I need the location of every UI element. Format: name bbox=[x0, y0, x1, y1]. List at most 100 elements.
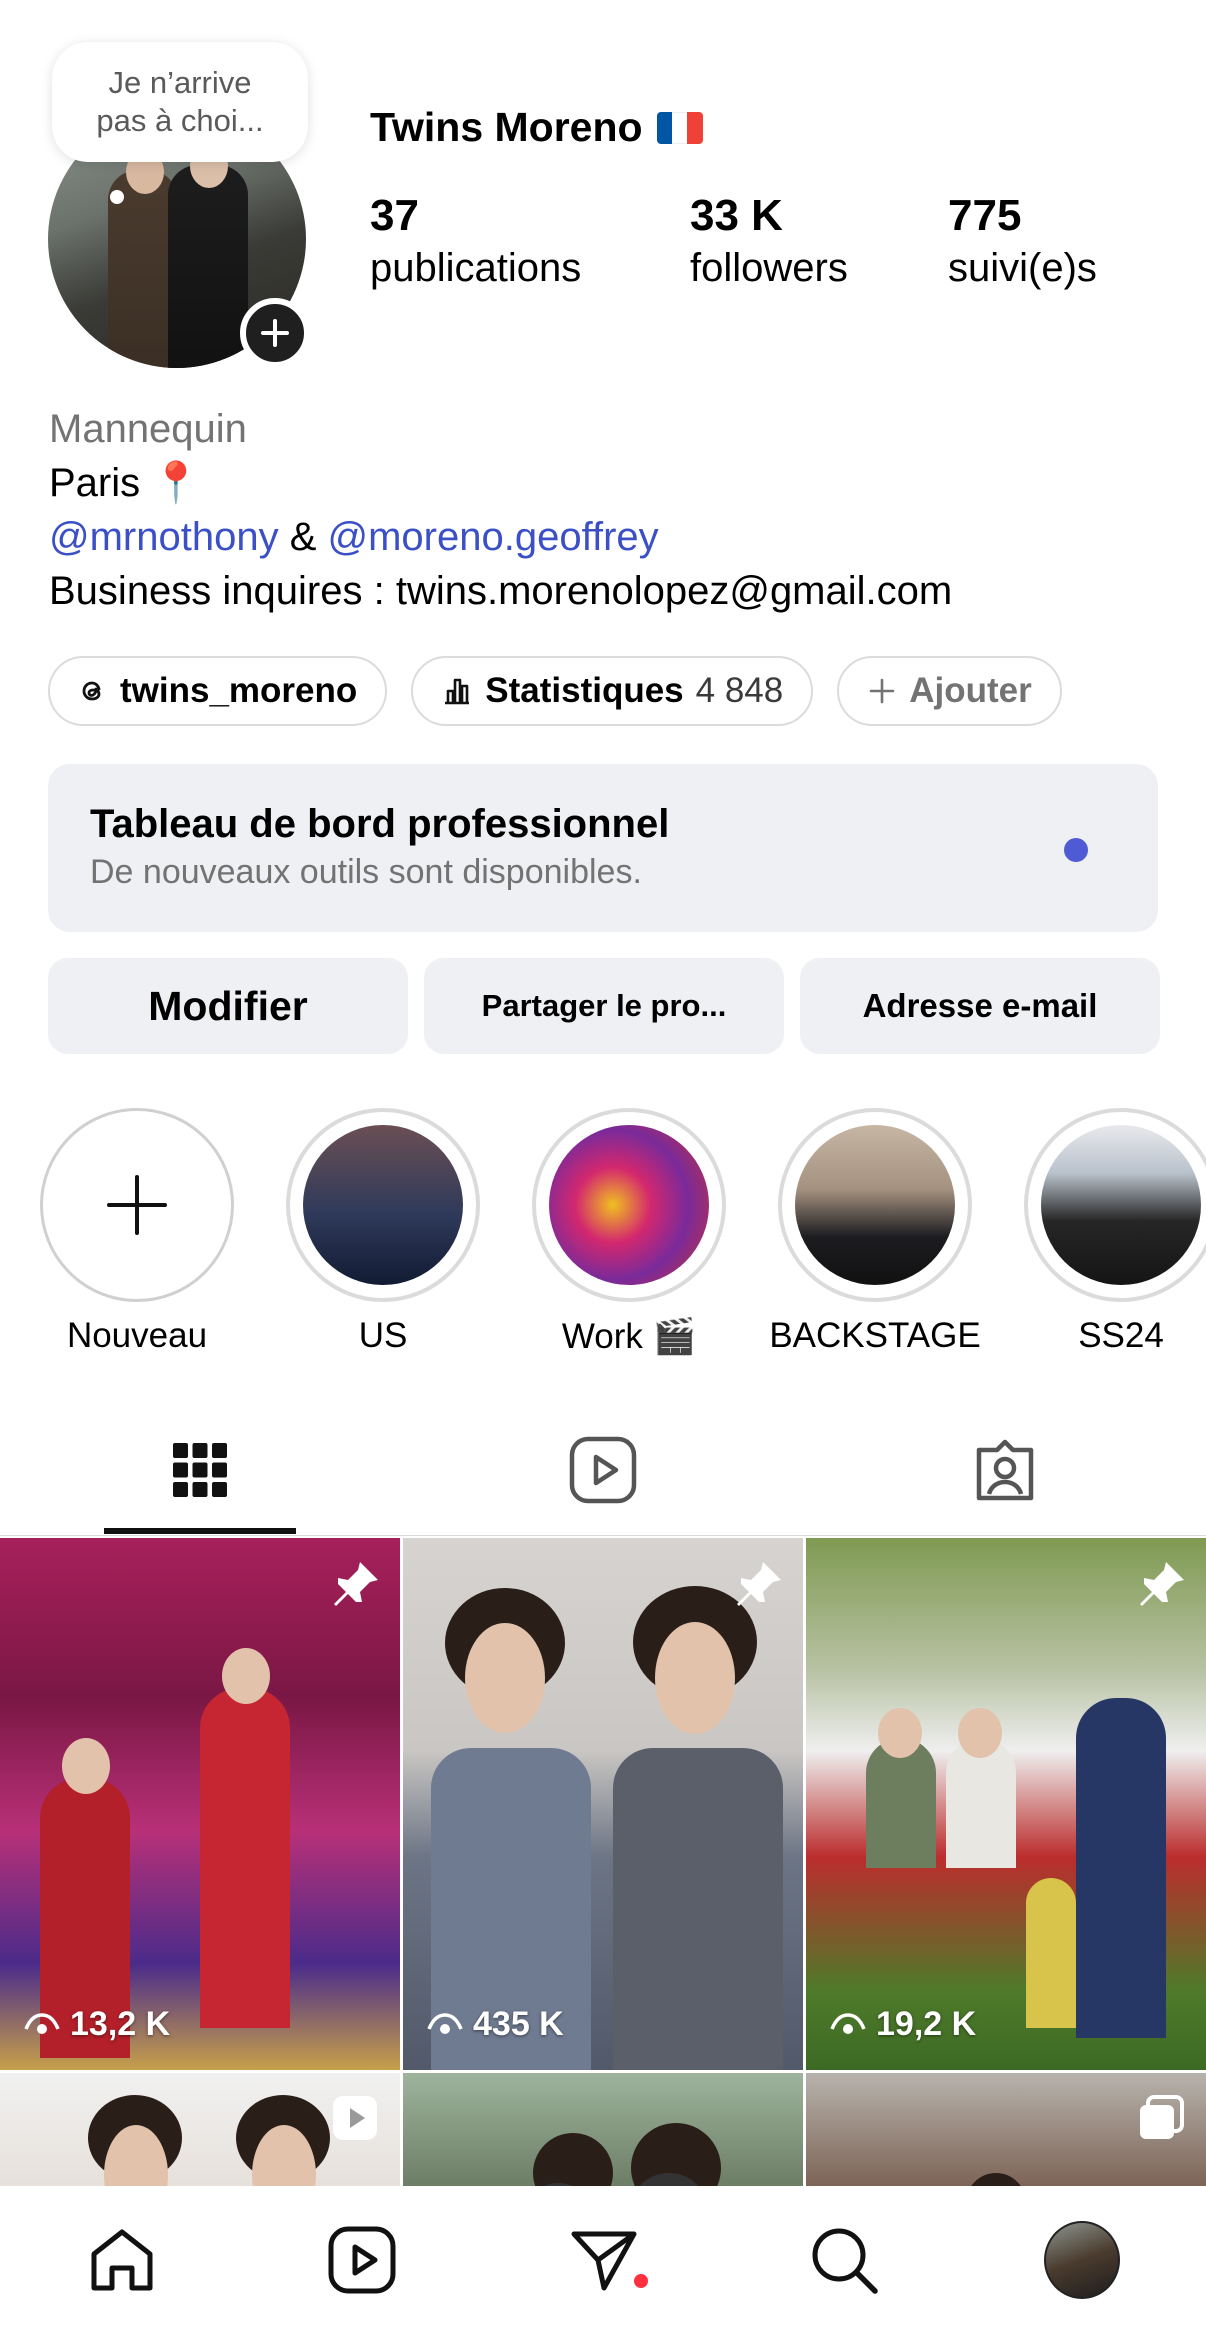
pinned-icon bbox=[733, 1558, 785, 1615]
tab-tagged[interactable] bbox=[965, 1430, 1045, 1510]
notification-dot bbox=[634, 2274, 648, 2288]
stat-following-value: 775 bbox=[948, 191, 1022, 240]
stat-followers-value: 33 K bbox=[690, 191, 783, 240]
plus-icon bbox=[869, 678, 895, 704]
nav-search[interactable] bbox=[806, 2222, 882, 2298]
tab-reels[interactable] bbox=[563, 1430, 643, 1510]
professional-dashboard-card[interactable]: Tableau de bord professionnel De nouveau… bbox=[48, 764, 1158, 932]
stat-followers[interactable]: 33 K followers bbox=[690, 190, 948, 294]
stat-followers-label: followers bbox=[690, 246, 848, 290]
reels-icon bbox=[328, 2226, 396, 2294]
stat-posts[interactable]: 37 publications bbox=[370, 190, 690, 294]
highlight-label: BACKSTAGE bbox=[769, 1316, 981, 1355]
search-icon bbox=[812, 2228, 878, 2294]
plus-icon bbox=[107, 1175, 167, 1235]
insights-value: 4 848 bbox=[695, 671, 784, 710]
bio-category: Mannequin bbox=[49, 407, 247, 451]
highlight-backstage[interactable]: BACKSTAGE bbox=[769, 1108, 981, 1357]
profile-name: Twins Moreno bbox=[370, 104, 643, 150]
profile-chips: twins_moreno Statistiques 4 848 Ajouter bbox=[48, 656, 1062, 726]
highlight-ss24[interactable]: SS24 bbox=[1024, 1108, 1206, 1357]
home-icon bbox=[91, 2229, 153, 2291]
story-highlights: Nouveau US Work 🎬 BACKSTAGE SS24 bbox=[40, 1108, 1206, 1357]
grid-icon bbox=[173, 1443, 227, 1497]
stat-posts-label: publications bbox=[370, 246, 582, 290]
highlight-label: US bbox=[358, 1316, 408, 1355]
profile-tabs bbox=[0, 1400, 1206, 1536]
note-line-2: pas à choi... bbox=[96, 103, 264, 138]
highlight-cover bbox=[795, 1125, 955, 1285]
stat-following-label: suivi(e)s bbox=[948, 246, 1097, 290]
bar-chart-icon bbox=[445, 678, 470, 705]
profile-name-row: Twins Moreno bbox=[370, 104, 703, 151]
profile-stats: 37 publications 33 K followers 775 suivi… bbox=[370, 190, 1097, 294]
views-value: 19,2 K bbox=[876, 2005, 977, 2043]
highlight-work[interactable]: Work 🎬 bbox=[532, 1108, 726, 1357]
nav-home[interactable] bbox=[84, 2222, 160, 2298]
new-indicator-dot bbox=[1064, 838, 1088, 862]
threads-username: twins_moreno bbox=[120, 671, 358, 710]
nav-profile[interactable] bbox=[1044, 2221, 1120, 2299]
messages-icon bbox=[571, 2231, 637, 2291]
pinned-icon bbox=[1136, 1558, 1188, 1615]
france-flag-icon bbox=[656, 111, 703, 144]
edit-profile-button[interactable]: Modifier bbox=[48, 958, 408, 1054]
bottom-navigation bbox=[0, 2186, 1206, 2334]
views-count: 19,2 K bbox=[830, 2005, 976, 2044]
carousel-badge-icon bbox=[1136, 2093, 1186, 2148]
email-button[interactable]: Adresse e-mail bbox=[800, 958, 1160, 1054]
profile-bio: Mannequin Paris 📍 @mrnothony & @moreno.g… bbox=[49, 402, 952, 618]
highlight-label: Work 🎬 bbox=[561, 1317, 697, 1356]
highlight-cover bbox=[303, 1125, 463, 1285]
eye-icon bbox=[427, 2012, 463, 2034]
profile-avatar-icon bbox=[1044, 2221, 1120, 2299]
pin-emoji: 📍 bbox=[151, 461, 202, 505]
views-count: 13,2 K bbox=[24, 2005, 170, 2044]
reel-badge-icon bbox=[330, 2093, 380, 2148]
active-tab-indicator bbox=[104, 1528, 296, 1534]
bio-city-line: Paris 📍 bbox=[49, 456, 952, 510]
insights-chip[interactable]: Statistiques 4 848 bbox=[411, 656, 814, 726]
new-highlight-ring bbox=[40, 1108, 234, 1302]
highlight-us[interactable]: US bbox=[286, 1108, 480, 1357]
bio-business-line: Business inquires : twins.morenolopez@gm… bbox=[49, 569, 953, 613]
pinned-icon bbox=[330, 1558, 382, 1615]
tab-grid[interactable] bbox=[160, 1430, 240, 1510]
stat-following[interactable]: 775 suivi(e)s bbox=[948, 190, 1097, 294]
bio-city: Paris bbox=[49, 461, 141, 505]
share-profile-button[interactable]: Partager le pro... bbox=[424, 958, 784, 1054]
eye-icon bbox=[830, 2012, 866, 2034]
highlight-label: Nouveau bbox=[66, 1316, 208, 1355]
mention-link-1[interactable]: @mrnothony bbox=[49, 515, 279, 559]
add-link-label: Ajouter bbox=[909, 671, 1032, 710]
eye-icon bbox=[24, 2012, 60, 2034]
views-value: 13,2 K bbox=[70, 2005, 171, 2043]
nav-reels[interactable] bbox=[324, 2222, 400, 2298]
add-link-chip[interactable]: Ajouter bbox=[837, 656, 1062, 726]
bio-mentions-line: @mrnothony & @moreno.geoffrey bbox=[49, 510, 952, 564]
post-thumbnail[interactable]: 19,2 K bbox=[806, 1538, 1206, 2070]
tagged-icon bbox=[976, 1439, 1034, 1501]
ampersand: & bbox=[278, 515, 328, 559]
note-line-1: Je n’arrive bbox=[108, 65, 252, 100]
reels-icon bbox=[569, 1436, 637, 1504]
add-story-button[interactable] bbox=[240, 298, 310, 368]
note-bubble-tail bbox=[110, 190, 124, 204]
highlight-label: SS24 bbox=[1078, 1316, 1164, 1355]
views-count: 435 K bbox=[427, 2005, 564, 2044]
dashboard-title: Tableau de bord professionnel bbox=[90, 802, 670, 846]
insights-label: Statistiques bbox=[485, 671, 684, 710]
post-thumbnail[interactable]: 13,2 K bbox=[0, 1538, 400, 2070]
note-bubble[interactable]: Je n’arrive pas à choi... bbox=[52, 42, 308, 162]
highlight-cover bbox=[1041, 1125, 1201, 1285]
profile-actions: Modifier Partager le pro... Adresse e-ma… bbox=[48, 958, 1160, 1054]
dashboard-subtitle: De nouveaux outils sont disponibles. bbox=[90, 853, 642, 891]
threads-icon bbox=[82, 681, 101, 701]
highlight-new[interactable]: Nouveau bbox=[40, 1108, 234, 1357]
mention-link-2[interactable]: @moreno.geoffrey bbox=[328, 515, 659, 559]
views-value: 435 K bbox=[473, 2005, 564, 2043]
post-thumbnail[interactable]: 435 K bbox=[403, 1538, 803, 2070]
threads-chip[interactable]: twins_moreno bbox=[48, 656, 388, 726]
stat-posts-value: 37 bbox=[370, 191, 419, 240]
nav-messages[interactable] bbox=[566, 2222, 642, 2298]
